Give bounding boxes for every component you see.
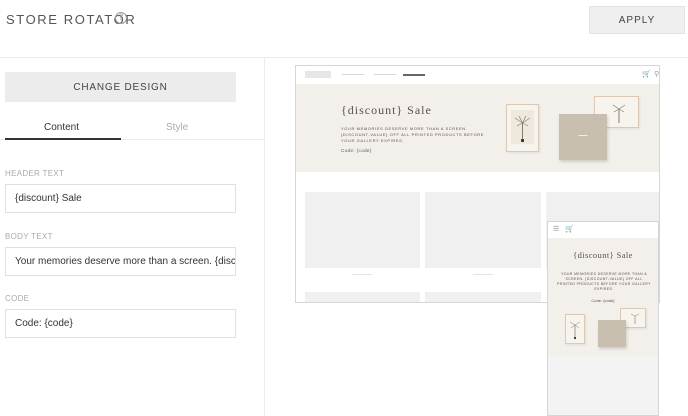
product-tile <box>425 292 541 302</box>
framed-print-image <box>565 314 585 344</box>
cart-icon: 🛒 <box>565 225 574 233</box>
hamburger-menu-icon: ☰ <box>553 225 560 233</box>
product-tile <box>305 292 420 302</box>
change-design-button[interactable]: CHANGE DESIGN <box>5 72 236 102</box>
header-text-label: HEADER TEXT <box>5 169 65 178</box>
top-bar: STORE ROTATOR ? APPLY <box>0 0 688 58</box>
product-caption <box>352 274 372 275</box>
header-text-input[interactable]: {discount} Sale <box>5 184 236 213</box>
cart-icon: 🛒 <box>642 70 651 78</box>
mobile-banner-code: Code: {code} <box>591 298 615 303</box>
desktop-banner-heading: {discount} Sale <box>341 103 432 117</box>
palm-tree-icon <box>511 110 534 144</box>
active-tab-indicator <box>5 138 121 140</box>
mobile-banner-heading: {discount} Sale <box>573 250 633 260</box>
book-cover-mark: ▬▬▬ <box>578 132 588 137</box>
desktop-banner-code: Code: {code} <box>341 148 372 153</box>
desktop-nav: 🛒 ⚲ <box>296 66 659 84</box>
tab-content[interactable]: Content <box>44 122 79 133</box>
palm-tree-icon <box>569 321 581 339</box>
product-tile <box>305 192 420 268</box>
mobile-content-area <box>548 356 658 415</box>
code-label: CODE <box>5 294 30 303</box>
user-icon: ⚲ <box>654 70 660 78</box>
mobile-banner-body: Your memories deserve more than a screen… <box>557 272 651 291</box>
product-tile <box>425 192 541 268</box>
help-icon[interactable]: ? <box>115 12 127 24</box>
desktop-banner-body: Your memories deserve more than a screen… <box>341 126 485 143</box>
desktop-nav-link-active <box>403 74 425 76</box>
settings-panel: CHANGE DESIGN Content Style HEADER TEXT … <box>0 58 265 416</box>
framed-print-image <box>506 104 539 152</box>
apply-button[interactable]: APPLY <box>589 6 685 34</box>
preview-area: 🛒 ⚲ {discount} Sale Your memories deserv… <box>266 58 688 416</box>
mobile-nav: ☰ 🛒 <box>548 222 658 238</box>
desktop-logo-placeholder <box>305 71 331 78</box>
mobile-preview: ☰ 🛒 {discount} Sale Your memories deserv… <box>547 221 659 416</box>
desktop-nav-link <box>374 74 396 75</box>
panel-tabs: Content Style <box>0 120 265 140</box>
photo-book-image <box>598 320 626 347</box>
code-input[interactable]: Code: {code} <box>5 309 236 338</box>
tab-style[interactable]: Style <box>166 122 188 133</box>
product-caption <box>473 274 493 275</box>
desktop-nav-link <box>342 74 364 75</box>
mobile-sale-banner: {discount} Sale Your memories deserve mo… <box>548 238 658 356</box>
body-text-label: BODY TEXT <box>5 232 53 241</box>
desktop-sale-banner: {discount} Sale Your memories deserve mo… <box>296 84 659 172</box>
photo-book-image: ▬▬▬ <box>559 114 607 160</box>
body-text-input[interactable]: Your memories deserve more than a screen… <box>5 247 236 276</box>
